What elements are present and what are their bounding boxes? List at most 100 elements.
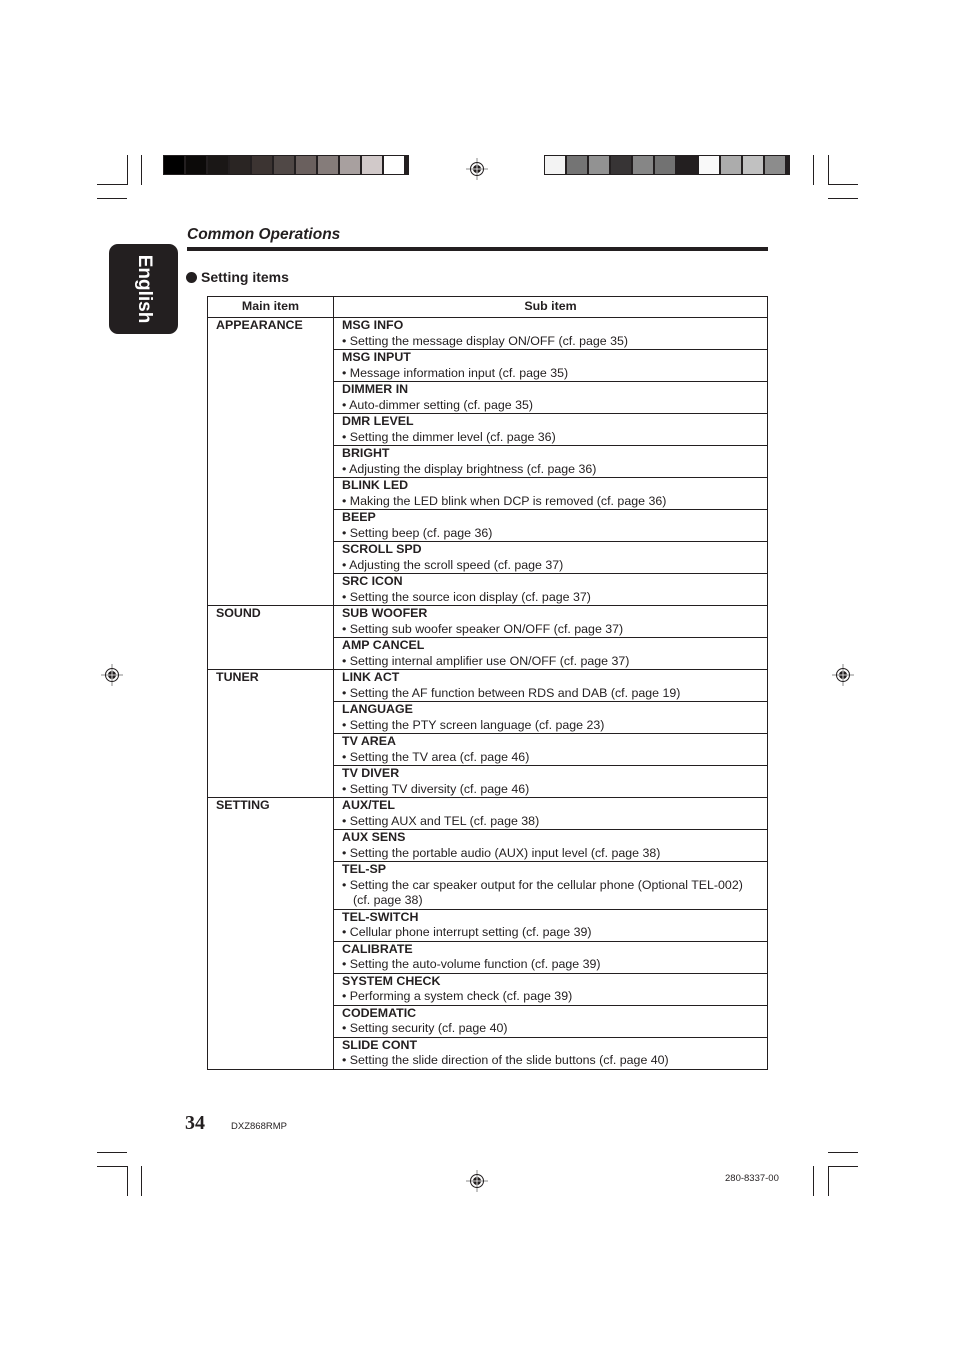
color-swatch (589, 156, 609, 174)
color-swatch (765, 156, 785, 174)
main-item-cell: SETTING (207, 797, 334, 1070)
color-swatch (340, 156, 360, 174)
sub-item-cell: CODEMATIC • Setting security (cf. page 40… (333, 1004, 768, 1038)
sub-item-cell: MSG INPUT • Message information input (cf… (333, 349, 768, 382)
crop-mark (127, 1166, 128, 1196)
sub-item-cell: AMP CANCEL • Setting internal amplifier u… (333, 637, 768, 670)
sub-item-description: • Setting TV diversity (cf. page 46) (342, 781, 530, 796)
sub-item-description: • Making the LED blink when DCP is remov… (342, 493, 667, 508)
sub-item-description: • Setting security (cf. page 40) (342, 1021, 508, 1035)
sub-item-cell: DIMMER IN • Auto-dimmer setting (cf. page… (333, 381, 768, 414)
sub-item-name: SUB WOOFER (342, 606, 428, 620)
sub-item-cell: BLINK LED • Making the LED blink when DCP… (333, 477, 768, 510)
sub-item-description: • Setting the portable audio (AUX) input… (342, 845, 661, 860)
language-tab: English (109, 244, 178, 334)
color-swatch (362, 156, 382, 174)
sub-item-description: • Setting the message display ON/OFF (cf… (342, 333, 629, 348)
registration-mark-icon (101, 664, 123, 686)
bullet-icon (186, 271, 197, 283)
sub-item-cell: SUB WOOFER • Setting sub woofer speaker O… (333, 605, 768, 638)
subheading: Setting items (186, 269, 289, 285)
sub-item-name: CODEMATIC (342, 1005, 417, 1020)
sub-item-cell: CALIBRATE • Setting the auto-volume funct… (333, 940, 768, 974)
sub-item-name: AMP CANCEL (342, 638, 425, 652)
page-number: 34 (185, 1112, 205, 1134)
sub-item-name: LINK ACT (342, 670, 400, 684)
sub-item-name: TV AREA (342, 734, 396, 748)
color-swatch (633, 156, 653, 174)
sub-item-description: • Adjusting the display brightness (cf. … (342, 461, 597, 476)
crop-mark (828, 1166, 858, 1167)
sub-item-name: LANGUAGE (342, 702, 413, 716)
color-swatch (721, 156, 741, 174)
registration-mark-icon (466, 158, 488, 180)
sub-item-cell: TEL-SWITCH • Cellular phone interrupt set… (333, 908, 768, 942)
sub-item-name: TEL-SP (342, 862, 387, 876)
main-item-cell: APPEARANCE (207, 317, 334, 606)
sub-item-description: • Setting the AF function between RDS an… (342, 685, 681, 700)
sub-item-name: CALIBRATE (342, 941, 413, 956)
sub-item-description: • Setting the dimmer level (cf. page 36) (342, 429, 556, 444)
crop-mark (141, 155, 142, 185)
sub-item-name: AUX/TEL (342, 798, 396, 812)
color-swatch (384, 156, 404, 174)
color-swatch (655, 156, 675, 174)
sub-item-description: • Setting the source icon display (cf. p… (342, 589, 591, 604)
section-title: Common Operations (187, 226, 341, 243)
color-swatch (296, 156, 316, 174)
sub-item-cell: BRIGHT • Adjusting the display brightness… (333, 445, 768, 478)
table-row: SETTING AUX/TEL • Setting AUX and TEL (cf.… (207, 797, 768, 1070)
crop-mark (828, 1152, 858, 1153)
document-code: 280-8337-00 (725, 1173, 779, 1184)
crop-mark (828, 155, 829, 185)
sub-item-cell: BEEP • Setting beep (cf. page 36) (333, 509, 768, 542)
color-swatch (611, 156, 631, 174)
color-swatch (208, 156, 228, 174)
registration-mark-icon (466, 1170, 488, 1192)
sub-item-cell: LINK ACT • Setting the AF function betwee… (333, 669, 768, 702)
sub-item-name: BRIGHT (342, 446, 390, 460)
setting-items-table: Main item Sub item APPEARANCE MSG INFO • S… (207, 296, 768, 1070)
sub-item-description: • Setting the TV area (cf. page 46) (342, 749, 530, 764)
table-row: TUNER LINK ACT • Setting the AF function b… (207, 669, 768, 798)
sub-item-name: SCROLL SPD (342, 542, 422, 556)
sub-item-cell: SCROLL SPD • Adjusting the scroll speed (… (333, 541, 768, 574)
sub-item-cell: MSG INFO • Setting the message display ON… (333, 317, 768, 350)
sub-item-cell: AUX/TEL • Setting AUX and TEL (cf. page 3… (333, 797, 768, 830)
sub-item-description: • Setting AUX and TEL (cf. page 38) (342, 813, 540, 828)
color-swatch (318, 156, 338, 174)
sub-item-cell: SYSTEM CHECK • Performing a system check … (333, 972, 768, 1006)
crop-mark (97, 1152, 127, 1153)
sub-item-description: • Setting sub woofer speaker ON/OFF (cf.… (342, 621, 624, 636)
crop-mark (828, 1166, 829, 1196)
color-swatch (230, 156, 250, 174)
sub-item-name: BLINK LED (342, 478, 409, 492)
sub-item-name: TEL-SWITCH (342, 909, 419, 924)
sub-item-name: SRC ICON (342, 574, 403, 588)
language-tab-label: English (133, 254, 155, 324)
crop-mark (127, 155, 128, 185)
color-swatch (743, 156, 763, 174)
crop-mark (141, 1166, 142, 1196)
sub-item-description: • Cellular phone interrupt setting (cf. … (342, 925, 592, 939)
crop-mark (97, 198, 127, 199)
main-item-cell: SOUND (207, 605, 334, 670)
color-swatch (164, 156, 184, 174)
sub-item-description: • Performing a system check (cf. page 39… (342, 989, 573, 1003)
sub-item-description: • Setting the slide direction of the sli… (342, 1053, 669, 1067)
sub-item-cell: LANGUAGE • Setting the PTY screen languag… (333, 701, 768, 734)
color-swatch (274, 156, 294, 174)
color-swatch (252, 156, 272, 174)
crop-mark (828, 184, 858, 185)
sub-item-name: MSG INPUT (342, 350, 411, 364)
sub-item-name: DIMMER IN (342, 382, 409, 396)
sub-item-cell: TV DIVER • Setting TV diversity (cf. page… (333, 765, 768, 798)
color-swatch (699, 156, 719, 174)
crop-mark (97, 184, 127, 185)
color-swatch (677, 156, 697, 174)
color-swatch (545, 156, 565, 174)
table-row: SOUND SUB WOOFER • Setting sub woofer spea… (207, 605, 768, 670)
sub-item-name: BEEP (342, 510, 376, 524)
sub-item-cell: SRC ICON • Setting the source icon displa… (333, 573, 768, 606)
table-row: APPEARANCE MSG INFO • Setting the message … (207, 317, 768, 606)
